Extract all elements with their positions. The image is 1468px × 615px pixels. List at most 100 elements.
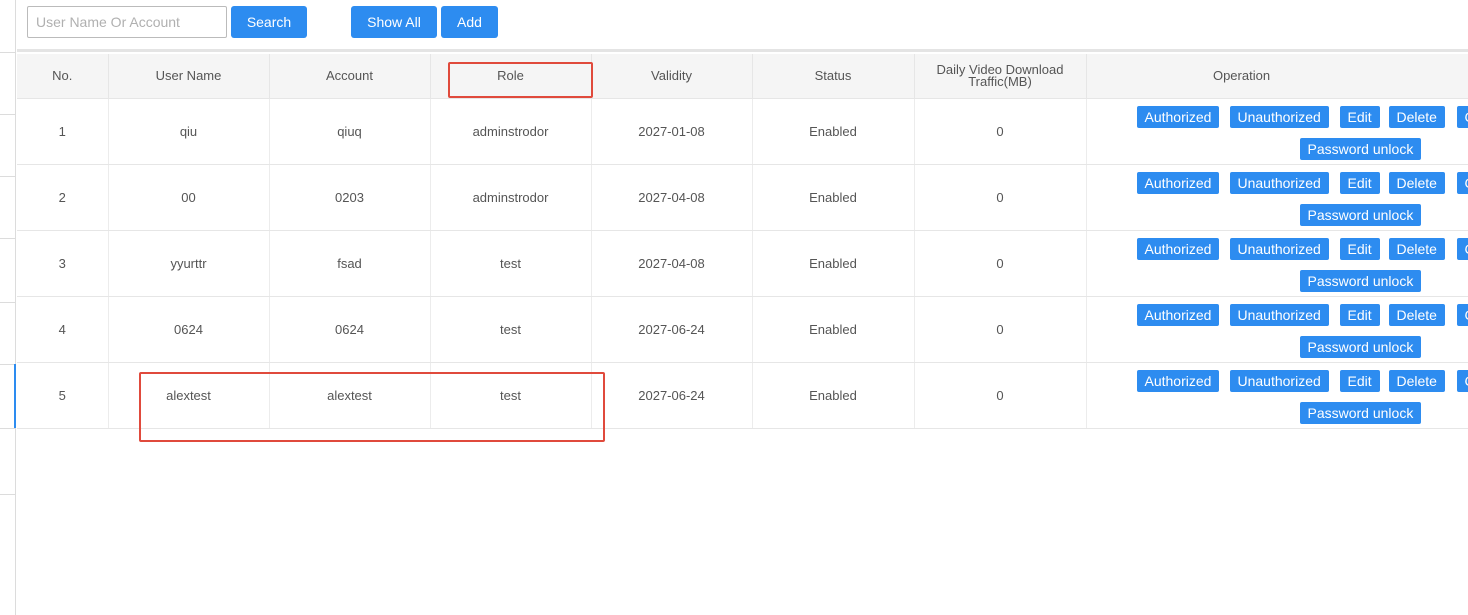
more-action-button[interactable]: C <box>1456 105 1468 128</box>
unauthorized-button[interactable]: Unauthorized <box>1229 303 1329 326</box>
column-header-traffic[interactable]: Daily Video Download Traffic(MB) <box>914 54 1087 99</box>
password-unlock-button[interactable]: Password unlock <box>1299 203 1422 226</box>
password-unlock-button[interactable]: Password unlock <box>1299 335 1422 358</box>
delete-button[interactable]: Delete <box>1388 105 1445 128</box>
edit-button[interactable]: Edit <box>1339 303 1380 326</box>
search-input[interactable] <box>27 6 227 38</box>
search-button[interactable]: Search <box>231 6 307 38</box>
nav-active-indicator <box>14 364 16 428</box>
column-header-status[interactable]: Status <box>752 54 915 99</box>
cell-role: adminstrodor <box>430 98 592 165</box>
cell-validity: 2027-06-24 <box>591 362 753 429</box>
more-action-button[interactable]: C <box>1456 369 1468 392</box>
edit-button[interactable]: Edit <box>1339 237 1380 260</box>
cell-validity: 2027-04-08 <box>591 164 753 231</box>
cell-role: adminstrodor <box>430 164 592 231</box>
delete-button[interactable]: Delete <box>1388 303 1445 326</box>
cell-traffic: 0 <box>914 164 1087 231</box>
column-header-user-name[interactable]: User Name <box>108 54 270 99</box>
delete-button[interactable]: Delete <box>1388 237 1445 260</box>
cell-account: qiuq <box>269 98 431 165</box>
nav-divider <box>0 238 15 239</box>
unauthorized-button[interactable]: Unauthorized <box>1229 369 1329 392</box>
unauthorized-button[interactable]: Unauthorized <box>1229 237 1329 260</box>
password-unlock-button[interactable]: Password unlock <box>1299 137 1422 160</box>
column-header-operation: Operation <box>1086 54 1468 99</box>
table-row[interactable]: 4 0624 0624 test 2027-06-24 Enabled 0 Authorize… <box>17 296 1468 363</box>
column-header-no[interactable]: No. <box>17 54 109 99</box>
table-row[interactable]: 5 alextest alextest test 2027-06-24 Enabled 0 A… <box>17 362 1468 429</box>
nav-divider <box>0 302 15 303</box>
cell-account: 0203 <box>269 164 431 231</box>
cell-operation: Authorized Unauthorized Edit Delete C Passwor… <box>1086 98 1468 165</box>
cell-validity: 2027-01-08 <box>591 98 753 165</box>
unauthorized-button[interactable]: Unauthorized <box>1229 171 1329 194</box>
table-row[interactable]: 2 00 0203 adminstrodor 2027-04-08 Enabled 0 Aut… <box>17 164 1468 231</box>
more-action-button[interactable]: C <box>1456 237 1468 260</box>
more-action-button[interactable]: C <box>1456 303 1468 326</box>
delete-button[interactable]: Delete <box>1388 171 1445 194</box>
table-row[interactable]: 3 yyurttr fsad test 2027-04-08 Enabled 0 Author… <box>17 230 1468 297</box>
delete-button[interactable]: Delete <box>1388 369 1445 392</box>
table-header-row: No. User Name Account Role Validity Stat… <box>17 54 1468 99</box>
cell-no: 2 <box>17 164 109 231</box>
row-actions: Authorized Unauthorized Edit Delete C Passwor… <box>1136 303 1468 358</box>
cell-operation: Authorized Unauthorized Edit Delete C Passwor… <box>1086 362 1468 429</box>
cell-traffic: 0 <box>914 296 1087 363</box>
edit-button[interactable]: Edit <box>1339 369 1380 392</box>
nav-divider <box>0 494 15 495</box>
column-header-account[interactable]: Account <box>269 54 431 99</box>
row-actions: Authorized Unauthorized Edit Delete C Passwor… <box>1136 369 1468 424</box>
nav-divider <box>0 52 15 53</box>
cell-user-name: yyurttr <box>108 230 270 297</box>
cell-validity: 2027-06-24 <box>591 296 753 363</box>
table-row[interactable]: 1 qiu qiuq adminstrodor 2027-01-08 Enabled 0 Au… <box>17 98 1468 165</box>
cell-user-name: 0624 <box>108 296 270 363</box>
authorized-button[interactable]: Authorized <box>1136 105 1220 128</box>
password-unlock-button[interactable]: Password unlock <box>1299 269 1422 292</box>
column-header-validity[interactable]: Validity <box>591 54 753 99</box>
cell-no: 1 <box>17 98 109 165</box>
cell-status: Enabled <box>752 362 915 429</box>
cell-no: 5 <box>17 362 109 429</box>
column-header-role[interactable]: Role <box>430 54 592 99</box>
cell-role: test <box>430 362 592 429</box>
cell-status: Enabled <box>752 296 915 363</box>
unauthorized-button[interactable]: Unauthorized <box>1229 105 1329 128</box>
cell-traffic: 0 <box>914 362 1087 429</box>
password-unlock-button[interactable]: Password unlock <box>1299 401 1422 424</box>
cell-user-name: 00 <box>108 164 270 231</box>
edit-button[interactable]: Edit <box>1339 171 1380 194</box>
row-actions: Authorized Unauthorized Edit Delete C Passwor… <box>1136 105 1468 160</box>
cell-no: 4 <box>17 296 109 363</box>
cell-status: Enabled <box>752 98 915 165</box>
nav-divider <box>0 428 15 429</box>
cell-account: 0624 <box>269 296 431 363</box>
row-actions: Authorized Unauthorized Edit Delete C Passwor… <box>1136 171 1468 226</box>
nav-divider <box>0 176 15 177</box>
user-table: No. User Name Account Role Validity Stat… <box>17 54 1468 429</box>
edit-button[interactable]: Edit <box>1339 105 1380 128</box>
cell-status: Enabled <box>752 230 915 297</box>
left-nav-strip <box>0 0 16 615</box>
cell-validity: 2027-04-08 <box>591 230 753 297</box>
cell-status: Enabled <box>752 164 915 231</box>
authorized-button[interactable]: Authorized <box>1136 237 1220 260</box>
cell-user-name: qiu <box>108 98 270 165</box>
cell-operation: Authorized Unauthorized Edit Delete C Passwor… <box>1086 230 1468 297</box>
user-table-container: No. User Name Account Role Validity Stat… <box>17 54 1468 615</box>
authorized-button[interactable]: Authorized <box>1136 171 1220 194</box>
more-action-button[interactable]: C <box>1456 171 1468 194</box>
authorized-button[interactable]: Authorized <box>1136 369 1220 392</box>
cell-role: test <box>430 230 592 297</box>
cell-no: 3 <box>17 230 109 297</box>
show-all-button[interactable]: Show All <box>351 6 437 38</box>
add-button[interactable]: Add <box>441 6 498 38</box>
row-actions: Authorized Unauthorized Edit Delete C Passwor… <box>1136 237 1468 292</box>
authorized-button[interactable]: Authorized <box>1136 303 1220 326</box>
cell-operation: Authorized Unauthorized Edit Delete C Passwor… <box>1086 296 1468 363</box>
cell-traffic: 0 <box>914 98 1087 165</box>
cell-operation: Authorized Unauthorized Edit Delete C Passwor… <box>1086 164 1468 231</box>
nav-divider <box>0 114 15 115</box>
toolbar: Search Show All Add <box>17 0 1468 52</box>
